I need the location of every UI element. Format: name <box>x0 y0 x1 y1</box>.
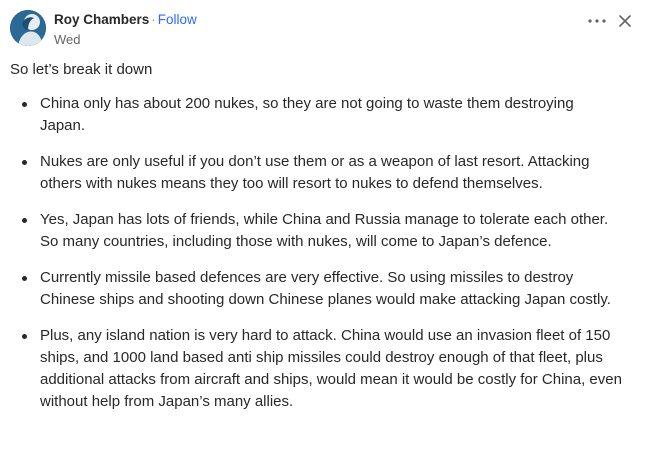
name-separator: · <box>151 12 156 27</box>
post-header: Roy Chambers · Follow Wed <box>10 10 640 50</box>
bullet-icon <box>22 218 27 223</box>
name-row: Roy Chambers · Follow <box>54 11 197 29</box>
list-item-text: China only has about 200 nukes, so they … <box>40 95 574 134</box>
list-item: Plus, any island nation is very hard to … <box>12 325 622 413</box>
list-item-text: Plus, any island nation is very hard to … <box>40 327 622 410</box>
list-item-text: Nukes are only useful if you don’t use t… <box>40 153 590 192</box>
author-meta: Roy Chambers · Follow Wed <box>54 11 197 48</box>
close-icon <box>619 15 631 27</box>
list-item: Nukes are only useful if you don’t use t… <box>12 151 622 195</box>
more-options-button[interactable] <box>584 10 610 32</box>
author-name[interactable]: Roy Chambers <box>54 12 149 27</box>
list-item-text: Currently missile based defences are ver… <box>40 269 611 308</box>
post-date[interactable]: Wed <box>54 31 197 48</box>
more-dots-icon <box>588 19 606 23</box>
close-button[interactable] <box>614 10 636 32</box>
profile-photo-icon <box>10 10 46 46</box>
list-item: Yes, Japan has lots of friends, while Ch… <box>12 209 622 253</box>
bullet-icon <box>22 276 27 281</box>
follow-button[interactable]: Follow <box>158 12 197 27</box>
bullet-icon <box>22 102 27 107</box>
list-item: China only has about 200 nukes, so they … <box>12 93 622 137</box>
bullet-icon <box>22 160 27 165</box>
list-item-text: Yes, Japan has lots of friends, while Ch… <box>40 211 609 250</box>
list-item: Currently missile based defences are ver… <box>12 267 622 311</box>
avatar[interactable] <box>10 10 46 46</box>
bullet-icon <box>22 334 27 339</box>
post-intro: So let’s break it down <box>10 61 153 78</box>
bullet-list: China only has about 200 nukes, so they … <box>12 93 622 427</box>
